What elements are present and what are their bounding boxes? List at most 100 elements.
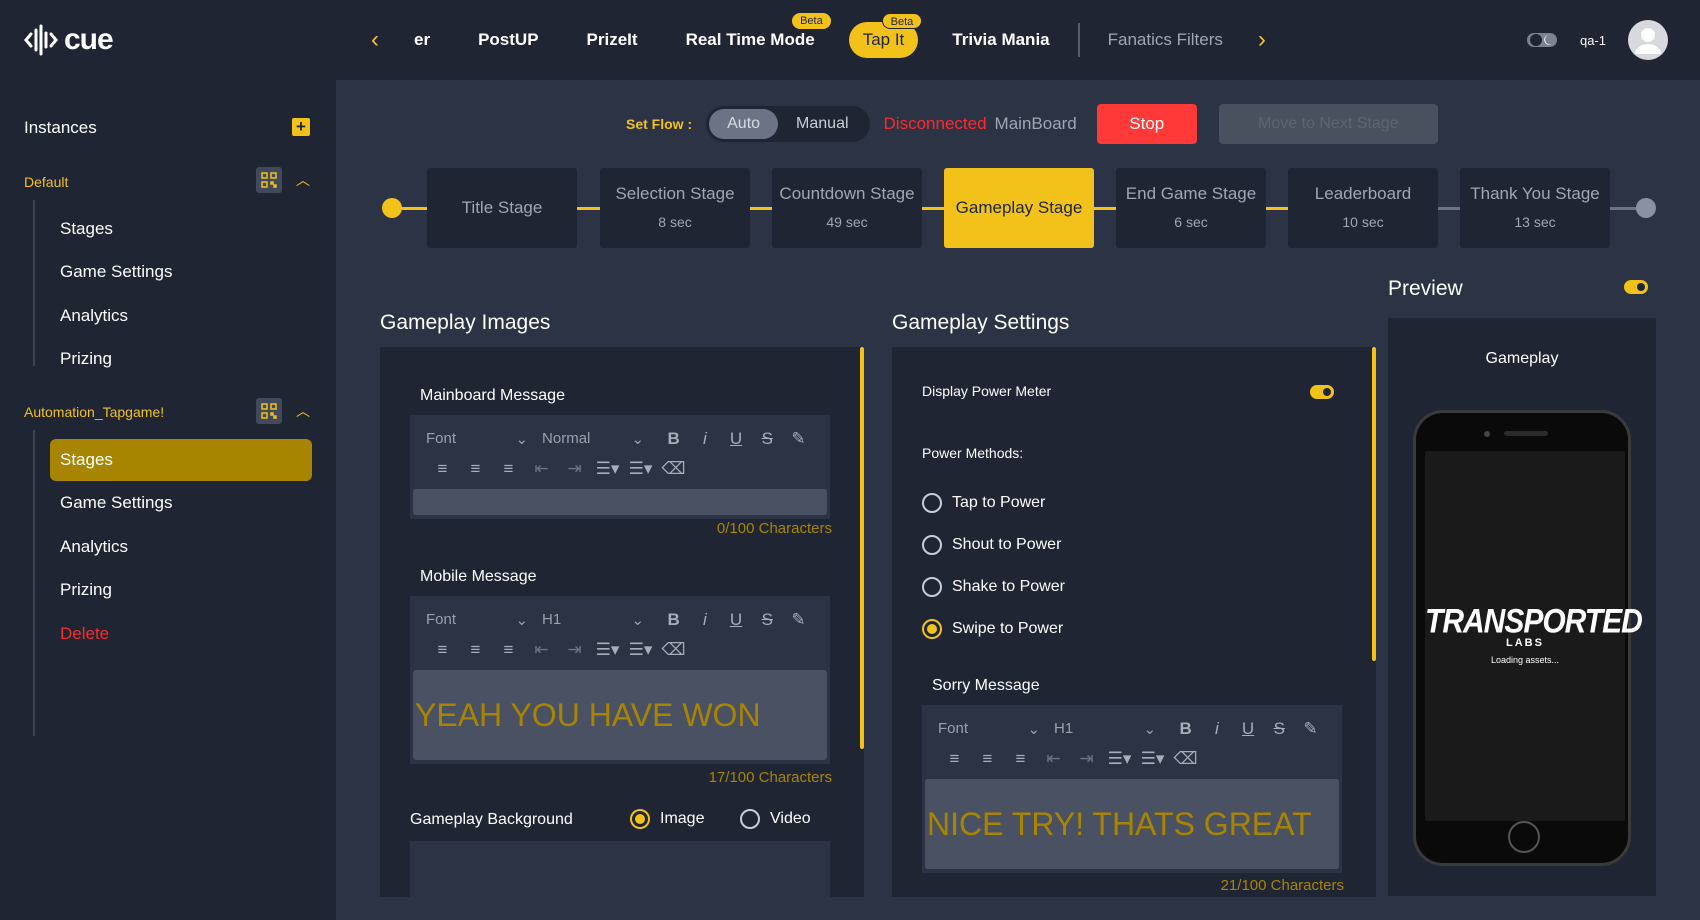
tab-tap-it[interactable]: Tap It Beta <box>848 13 923 58</box>
align-center-icon[interactable]: ≡ <box>459 640 492 660</box>
bold-icon[interactable]: B <box>658 429 689 449</box>
align-left-icon[interactable]: ≡ <box>426 459 459 479</box>
size-select[interactable]: H1 ⌄ <box>542 611 644 629</box>
ordered-list-icon[interactable]: ☰▾ <box>1103 749 1136 769</box>
indent-icon[interactable]: ⇥ <box>558 640 591 660</box>
clear-format-icon[interactable]: ⌫ <box>1169 749 1202 769</box>
font-select[interactable]: Font ⌄ <box>938 720 1040 738</box>
highlighter-icon[interactable]: ✎ <box>783 429 814 449</box>
underline-icon[interactable]: U <box>720 429 751 449</box>
stage-thank-you[interactable]: Thank You Stage 13 sec <box>1460 168 1610 248</box>
method-tap-to-power[interactable]: Tap to Power <box>922 493 1045 513</box>
stage-title[interactable]: Title Stage <box>427 168 577 248</box>
method-shout-to-power[interactable]: Shout to Power <box>922 535 1061 555</box>
panel-scrollbar[interactable] <box>1372 347 1376 661</box>
align-right-icon[interactable]: ≡ <box>1004 749 1037 769</box>
stage-gameplay[interactable]: Gameplay Stage <box>944 168 1094 248</box>
sidebar-item-game-settings[interactable]: Game Settings <box>50 482 312 524</box>
underline-icon[interactable]: U <box>720 610 751 630</box>
sidebar-item-analytics[interactable]: Analytics <box>50 526 312 568</box>
flow-option-auto[interactable]: Auto <box>709 109 779 139</box>
outdent-icon[interactable]: ⇤ <box>1037 749 1070 769</box>
align-right-icon[interactable]: ≡ <box>492 640 525 660</box>
ordered-list-icon[interactable]: ☰▾ <box>591 459 624 479</box>
chevron-right-icon[interactable]: › <box>1247 26 1277 54</box>
clear-format-icon[interactable]: ⌫ <box>657 640 690 660</box>
cue-logo[interactable]: cue <box>24 22 114 58</box>
font-select[interactable]: Font ⌄ <box>426 430 528 448</box>
italic-icon[interactable]: i <box>689 429 720 449</box>
indent-icon[interactable]: ⇥ <box>1070 749 1103 769</box>
sidebar-item-prizing[interactable]: Prizing <box>50 338 312 380</box>
sorry-message-input[interactable]: NICE TRY! THATS GREAT <box>925 779 1339 869</box>
sidebar-item-game-settings[interactable]: Game Settings <box>50 251 312 293</box>
background-option-image[interactable]: Image <box>630 809 704 829</box>
flow-mode-toggle[interactable]: Auto Manual <box>706 106 870 142</box>
outdent-icon[interactable]: ⇤ <box>525 640 558 660</box>
sidebar-item-delete[interactable]: Delete <box>50 613 312 655</box>
italic-icon[interactable]: i <box>689 610 720 630</box>
stage-end-game[interactable]: End Game Stage 6 sec <box>1116 168 1266 248</box>
chevron-left-icon[interactable]: ‹ <box>360 26 390 54</box>
background-option-video[interactable]: Video <box>740 809 811 829</box>
outdent-icon[interactable]: ⇤ <box>525 459 558 479</box>
stage-countdown[interactable]: Countdown Stage 49 sec <box>772 168 922 248</box>
stage-selection[interactable]: Selection Stage 8 sec <box>600 168 750 248</box>
add-instance-icon[interactable]: + <box>292 118 310 136</box>
tab-er[interactable]: er <box>390 22 454 58</box>
bullet-list-icon[interactable]: ☰▾ <box>624 640 657 660</box>
tab-real-time-mode[interactable]: Real Time Mode Beta <box>662 13 839 58</box>
tab-postup[interactable]: PostUP <box>454 22 562 58</box>
sidebar-item-stages-active[interactable]: Stages <box>50 439 312 481</box>
strikethrough-icon[interactable]: S <box>752 610 783 630</box>
align-right-icon[interactable]: ≡ <box>492 459 525 479</box>
align-left-icon[interactable]: ≡ <box>426 640 459 660</box>
move-next-stage-button[interactable]: Move to Next Stage <box>1218 104 1438 144</box>
qr-code-icon[interactable] <box>256 398 282 424</box>
tab-fanatics-filters[interactable]: Fanatics Filters <box>1084 22 1247 58</box>
bold-icon[interactable]: B <box>658 610 689 630</box>
tab-prizeit[interactable]: PrizeIt <box>563 22 662 58</box>
method-swipe-to-power[interactable]: Swipe to Power <box>922 619 1063 639</box>
background-upload-area[interactable] <box>410 841 830 897</box>
mobile-message-input[interactable]: YEAH YOU HAVE WON <box>413 670 827 760</box>
bullet-list-icon[interactable]: ☰▾ <box>1136 749 1169 769</box>
flow-option-manual[interactable]: Manual <box>778 109 866 139</box>
sidebar-item-prizing[interactable]: Prizing <box>50 569 312 611</box>
chevron-up-icon[interactable]: ︿ <box>296 401 310 421</box>
qr-code-icon[interactable] <box>256 167 282 193</box>
strikethrough-icon[interactable]: S <box>1264 719 1295 739</box>
clear-format-icon[interactable]: ⌫ <box>657 459 690 479</box>
underline-icon[interactable]: U <box>1232 719 1263 739</box>
size-select[interactable]: Normal ⌄ <box>542 430 644 448</box>
font-select[interactable]: Font ⌄ <box>426 611 528 629</box>
power-meter-toggle[interactable] <box>1310 385 1334 399</box>
ordered-list-icon[interactable]: ☰▾ <box>591 640 624 660</box>
avatar[interactable] <box>1628 20 1668 60</box>
stage-leaderboard[interactable]: Leaderboard 10 sec <box>1288 168 1438 248</box>
highlighter-icon[interactable]: ✎ <box>1295 719 1326 739</box>
method-shake-to-power[interactable]: Shake to Power <box>922 577 1065 597</box>
stage-name: End Game Stage <box>1125 184 1257 203</box>
sidebar-item-stages[interactable]: Stages <box>50 208 312 250</box>
indent-icon[interactable]: ⇥ <box>558 459 591 479</box>
chevron-up-icon[interactable]: ︿ <box>296 170 310 190</box>
highlighter-icon[interactable]: ✎ <box>783 610 814 630</box>
instance-group-automation[interactable]: Automation_Tapgame! <box>24 404 164 420</box>
tab-trivia-mania[interactable]: Trivia Mania <box>928 22 1073 58</box>
theme-toggle-icon[interactable] <box>1526 30 1558 50</box>
align-center-icon[interactable]: ≡ <box>971 749 1004 769</box>
italic-icon[interactable]: i <box>1201 719 1232 739</box>
bullet-list-icon[interactable]: ☰▾ <box>624 459 657 479</box>
size-select[interactable]: H1 ⌄ <box>1054 720 1156 738</box>
panel-scrollbar[interactable] <box>860 347 864 749</box>
stop-button[interactable]: Stop <box>1096 104 1197 144</box>
preview-toggle[interactable] <box>1624 280 1648 294</box>
instance-group-default[interactable]: Default <box>24 174 68 190</box>
sidebar-item-analytics[interactable]: Analytics <box>50 295 312 337</box>
mainboard-message-input[interactable] <box>413 489 827 515</box>
strikethrough-icon[interactable]: S <box>752 429 783 449</box>
bold-icon[interactable]: B <box>1170 719 1201 739</box>
align-left-icon[interactable]: ≡ <box>938 749 971 769</box>
align-center-icon[interactable]: ≡ <box>459 459 492 479</box>
